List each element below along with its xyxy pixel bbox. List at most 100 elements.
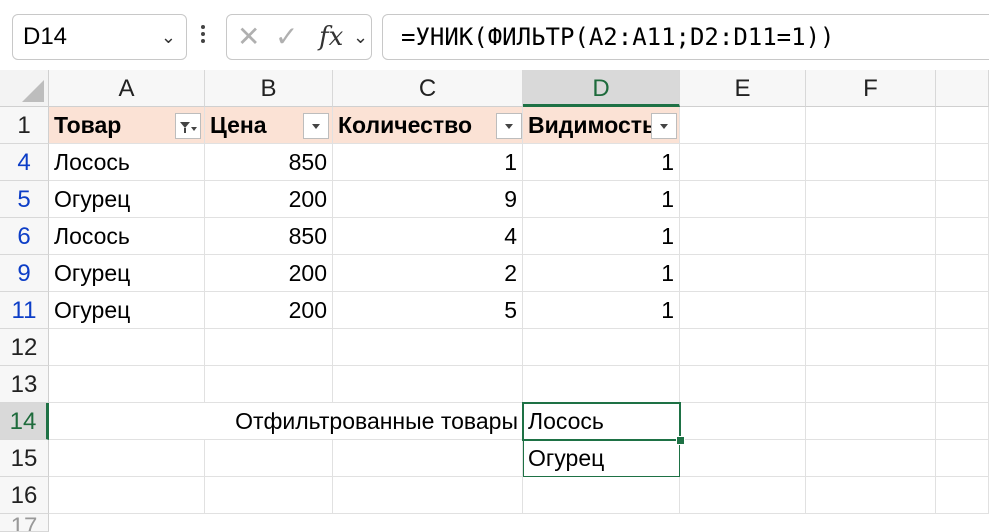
fill-handle[interactable] (676, 436, 685, 445)
cell[interactable] (806, 255, 936, 292)
cell[interactable] (936, 329, 989, 366)
filter-dropdown-icon[interactable] (496, 113, 522, 139)
table-cell-quantity[interactable]: 2 (333, 255, 523, 292)
cell[interactable] (680, 477, 806, 514)
result-label[interactable]: Отфильтрованные товары (205, 403, 523, 440)
column-header-f[interactable]: F (806, 70, 936, 107)
cell[interactable] (936, 366, 989, 403)
cell[interactable] (936, 440, 989, 477)
table-cell-product[interactable]: Огурец (49, 181, 205, 218)
cell[interactable] (806, 366, 936, 403)
row-header-1[interactable]: 1 (0, 107, 49, 144)
cell[interactable] (936, 403, 989, 440)
cell[interactable] (806, 218, 936, 255)
cell[interactable] (806, 107, 936, 144)
row-header-9[interactable]: 9 (0, 255, 49, 292)
filter-active-icon[interactable] (175, 113, 201, 139)
select-all-button[interactable] (0, 70, 49, 107)
row-header-12[interactable]: 12 (0, 329, 49, 366)
column-header-d[interactable]: D (523, 70, 680, 107)
row-header-17[interactable]: 17 (0, 514, 49, 532)
cell[interactable] (806, 144, 936, 181)
cell[interactable] (936, 107, 989, 144)
table-cell-quantity[interactable]: 5 (333, 292, 523, 329)
name-box[interactable]: D14 ⌄ (12, 14, 187, 60)
column-header-g[interactable] (936, 70, 989, 107)
cell[interactable] (680, 403, 806, 440)
chevron-down-icon[interactable]: ⌄ (161, 15, 176, 59)
cell[interactable] (523, 366, 680, 403)
cell[interactable] (523, 329, 680, 366)
row-header-11[interactable]: 11 (0, 292, 49, 329)
cell[interactable] (936, 255, 989, 292)
cell[interactable] (680, 440, 806, 477)
cell[interactable] (680, 329, 806, 366)
cell[interactable] (49, 403, 205, 440)
cell[interactable] (205, 440, 333, 477)
table-cell-visibility[interactable]: 1 (523, 144, 680, 181)
insert-function-icon[interactable]: fx (319, 15, 343, 59)
cell[interactable] (680, 218, 806, 255)
filter-dropdown-icon[interactable] (303, 113, 329, 139)
cell[interactable] (680, 107, 806, 144)
confirm-icon[interactable]: ✓ (275, 15, 298, 59)
cell[interactable] (49, 440, 205, 477)
cell[interactable] (936, 477, 989, 514)
table-cell-visibility[interactable]: 1 (523, 218, 680, 255)
cell[interactable] (936, 144, 989, 181)
row-header-15[interactable]: 15 (0, 440, 49, 477)
cell[interactable] (806, 403, 936, 440)
cell[interactable] (205, 477, 333, 514)
cell[interactable] (205, 329, 333, 366)
cell[interactable] (523, 477, 680, 514)
chevron-down-icon[interactable]: ⌄ (353, 15, 368, 59)
column-header-a[interactable]: A (49, 70, 205, 107)
cell[interactable] (806, 477, 936, 514)
table-cell-price[interactable]: 200 (205, 181, 333, 218)
cell[interactable] (806, 440, 936, 477)
filter-dropdown-icon[interactable] (651, 113, 677, 139)
cell[interactable] (333, 477, 523, 514)
table-header-quantity[interactable]: Количество (333, 107, 523, 144)
cell[interactable] (49, 329, 205, 366)
table-cell-quantity[interactable]: 4 (333, 218, 523, 255)
table-cell-visibility[interactable]: 1 (523, 255, 680, 292)
table-cell-price[interactable]: 850 (205, 218, 333, 255)
table-cell-product[interactable]: Лосось (49, 218, 205, 255)
row-header-5[interactable]: 5 (0, 181, 49, 218)
table-cell-product[interactable]: Лосось (49, 144, 205, 181)
cell[interactable] (680, 181, 806, 218)
row-header-13[interactable]: 13 (0, 366, 49, 403)
table-cell-price[interactable]: 200 (205, 255, 333, 292)
more-options-icon[interactable] (198, 22, 208, 52)
cell[interactable] (806, 329, 936, 366)
cell[interactable] (680, 255, 806, 292)
table-cell-price[interactable]: 850 (205, 144, 333, 181)
column-header-e[interactable]: E (680, 70, 806, 107)
table-cell-visibility[interactable]: 1 (523, 292, 680, 329)
cell[interactable] (205, 366, 333, 403)
cell[interactable] (333, 366, 523, 403)
cell[interactable] (680, 366, 806, 403)
row-header-14[interactable]: 14 (0, 403, 49, 440)
table-cell-product[interactable]: Огурец (49, 255, 205, 292)
column-header-c[interactable]: C (333, 70, 523, 107)
cell[interactable] (680, 144, 806, 181)
cell[interactable] (49, 366, 205, 403)
cell[interactable] (936, 181, 989, 218)
cell[interactable] (333, 329, 523, 366)
cancel-icon[interactable]: ✕ (237, 15, 260, 59)
table-cell-visibility[interactable]: 1 (523, 181, 680, 218)
row-header-16[interactable]: 16 (0, 477, 49, 514)
table-cell-price[interactable]: 200 (205, 292, 333, 329)
cell[interactable] (806, 292, 936, 329)
row-header-4[interactable]: 4 (0, 144, 49, 181)
cell[interactable] (936, 292, 989, 329)
formula-input[interactable]: =УНИК(ФИЛЬТР(A2:A11;D2:D11=1)) (382, 14, 989, 60)
table-cell-quantity[interactable]: 1 (333, 144, 523, 181)
cell[interactable] (936, 218, 989, 255)
cell[interactable] (680, 292, 806, 329)
cell[interactable] (806, 181, 936, 218)
column-header-b[interactable]: B (205, 70, 333, 107)
cell[interactable] (333, 440, 523, 477)
